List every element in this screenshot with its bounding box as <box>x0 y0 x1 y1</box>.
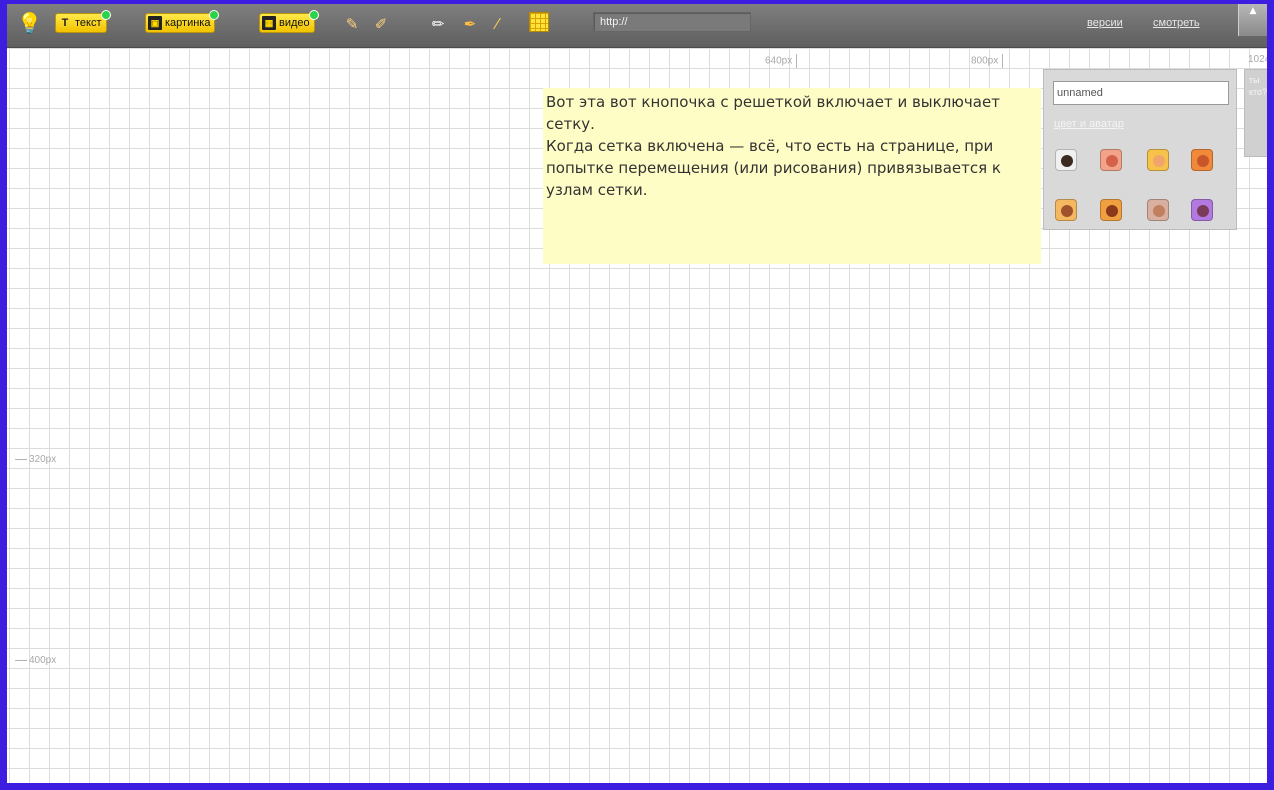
plus-badge-icon <box>100 10 111 20</box>
pencil-draw-icon[interactable]: ✎ <box>342 14 362 34</box>
add-video-label: видео <box>279 17 310 29</box>
color-avatar-link[interactable]: цвет и аватар <box>1054 118 1124 130</box>
grid-canvas[interactable]: 💡 Tтекст ▣ картинка ▦ видео ✎ ✐ ✏ ✒ ⁄ http… <box>0 0 1274 790</box>
add-text-label: текст <box>75 17 102 29</box>
underline-tool-icon[interactable]: ⁄ <box>487 14 507 34</box>
add-text-button[interactable]: Tтекст <box>55 10 111 33</box>
note-line-2: Когда сетка включена — всё, что есть на … <box>546 137 1001 199</box>
ruler-y-400: 400px <box>15 655 56 666</box>
avatar-face-icon <box>1197 205 1209 217</box>
ruler-tick <box>15 458 27 460</box>
avatar-option-icon[interactable] <box>1191 149 1213 171</box>
lightbulb-icon[interactable]: 💡 <box>17 12 42 34</box>
ruler-label: 400px <box>29 655 57 666</box>
ruler-tick <box>15 659 27 661</box>
image-icon: ▣ <box>148 16 162 31</box>
avatar-face-icon <box>1197 155 1209 167</box>
avatar-option-icon[interactable] <box>1147 199 1169 221</box>
text-icon: T <box>61 17 69 30</box>
avatar-option-icon[interactable] <box>1055 199 1077 221</box>
brush-icon[interactable]: ✒ <box>460 14 480 34</box>
avatar-face-icon <box>1061 155 1073 167</box>
help-note: Вот эта вот кнопочка с решеткой включает… <box>543 88 1041 264</box>
avatar-option-icon[interactable] <box>1191 199 1213 221</box>
side-panel[interactable]: ты кто? <box>1244 69 1268 157</box>
film-icon: ▦ <box>262 16 276 31</box>
avatar-face-icon <box>1061 205 1073 217</box>
avatar-face-icon <box>1106 155 1118 167</box>
avatar-option-icon[interactable] <box>1055 149 1077 171</box>
add-video-button[interactable]: ▦ видео <box>259 10 319 33</box>
user-panel: unnamed цвет и аватар <box>1043 69 1237 230</box>
ruler-label: 800px <box>971 55 999 67</box>
view-link[interactable]: смотреть <box>1153 17 1200 29</box>
ruler-y-320: 320px <box>15 454 56 465</box>
versions-link[interactable]: версии <box>1087 17 1123 29</box>
ruler-label: 640px <box>765 55 793 67</box>
add-image-button[interactable]: ▣ картинка <box>145 10 220 33</box>
username-input[interactable]: unnamed <box>1053 81 1229 105</box>
avatar-face-icon <box>1153 155 1165 167</box>
plus-badge-icon <box>209 10 220 20</box>
add-image-label: картинка <box>165 17 211 29</box>
plus-badge-icon <box>308 10 319 20</box>
avatar-face-icon <box>1106 205 1118 217</box>
ruler-label: 1024 <box>1248 54 1271 65</box>
side-panel-text: ты кто? <box>1249 75 1268 97</box>
collapse-toggle-icon[interactable]: ▲ <box>1238 4 1267 36</box>
avatar-face-icon <box>1153 205 1165 217</box>
avatar-option-icon[interactable] <box>1100 199 1122 221</box>
line-draw-icon[interactable]: ✐ <box>371 14 391 34</box>
avatar-option-icon[interactable] <box>1147 149 1169 171</box>
ruler-x-800: 800px <box>971 54 1004 68</box>
ruler-x-640: 640px <box>765 54 798 68</box>
ruler-label: 320px <box>29 454 57 465</box>
avatar-option-icon[interactable] <box>1100 149 1122 171</box>
toolbar: 💡 Tтекст ▣ картинка ▦ видео ✎ ✐ ✏ ✒ ⁄ http… <box>7 4 1267 48</box>
grid-toggle-button[interactable] <box>529 12 549 32</box>
ruler-tick <box>1002 54 1004 68</box>
eraser-icon[interactable]: ✏ <box>428 14 448 34</box>
ruler-x-1024: 1024 <box>1248 54 1271 65</box>
url-input[interactable]: http:// <box>593 12 751 32</box>
note-line-1: Вот эта вот кнопочка с решеткой включает… <box>546 93 1000 133</box>
ruler-tick <box>796 54 798 68</box>
